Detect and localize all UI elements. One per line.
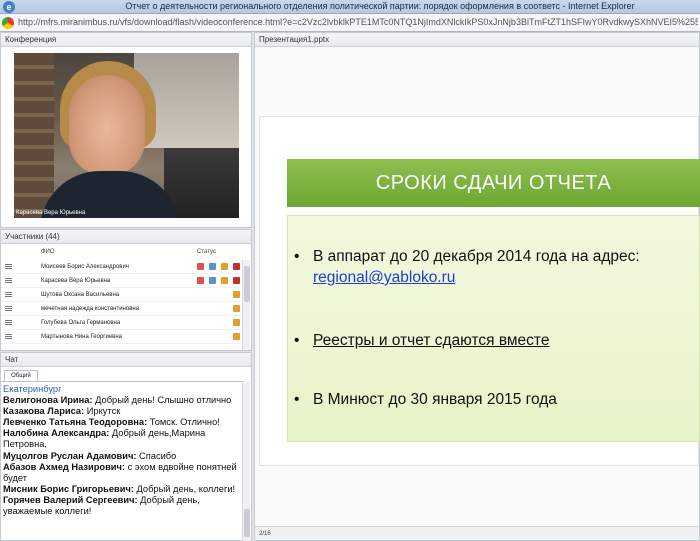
chat-author: Абазов Ахмед Назирович: <box>3 461 126 472</box>
chat-panel: Чат Общий Екатеринбург Велигонова Ирина: … <box>0 352 252 541</box>
video-feed[interactable]: Карасева Вера Юрьевна <box>14 53 239 218</box>
chat-author: Муцолгов Руслан Адамович: <box>3 450 137 461</box>
chat-author: Велигонова Ирина: <box>3 395 93 406</box>
column-name[interactable]: ФИО <box>41 249 55 255</box>
video-shelf <box>14 53 54 218</box>
chat-author: Мисник Борис Григорьевич: <box>3 483 134 494</box>
participant-row[interactable]: Голубева Ольга Германовна <box>1 316 241 330</box>
status-icon <box>221 277 228 284</box>
chat-author: Горячев Валерий Сергеевич: <box>3 494 138 505</box>
column-status[interactable]: Статус <box>197 249 216 255</box>
chat-message: Налобина Александра: Добрый день,Марина … <box>3 428 243 450</box>
window-titlebar: e Отчет о деятельности регионального отд… <box>0 0 700 14</box>
slide-body: • В аппарат до 20 декабря 2014 года на а… <box>287 215 700 442</box>
chat-author: Казакова Лариса: <box>3 406 85 417</box>
bullet-3-text: В Минюст до 30 января 2015 года <box>313 391 557 408</box>
chat-author: Налобина Александра: <box>3 428 110 439</box>
chat-message: Горячев Валерий Сергеевич: Добрый день, … <box>3 495 243 517</box>
chat-text: Иркутск <box>84 406 121 417</box>
participant-row[interactable]: мечетная надежда константиновна <box>1 302 241 316</box>
conference-header: Конференция <box>1 33 251 47</box>
participant-name: Моисеев Борис Александрович <box>41 264 129 270</box>
menu-icon[interactable] <box>5 334 12 339</box>
status-icon <box>197 277 204 284</box>
presentation-header: Презентация1.pptx <box>255 33 699 47</box>
participants-columns: ФИО Статус <box>1 248 241 258</box>
participant-name: Шутова Оксана Васильевна <box>41 292 120 298</box>
participants-scrollbar[interactable] <box>242 260 250 350</box>
chat-message: Муцолгов Руслан Адамович: Спасибо <box>3 451 243 462</box>
chat-author: Левченко Татьяна Теодоровна: <box>3 417 148 428</box>
bullet-dot: • <box>294 248 300 265</box>
ie-icon: e <box>3 1 15 13</box>
status-icon <box>197 263 204 270</box>
status-icon <box>233 333 240 340</box>
chat-text: Екатеринбург <box>3 384 62 394</box>
chat-messages: Екатеринбург Велигонова Ирина: Добрый ден… <box>1 381 243 541</box>
participant-name: Карасева Вера Юрьевна <box>41 278 111 284</box>
status-icon <box>221 263 228 270</box>
participant-row[interactable]: Мартынова Нина Георгиевна <box>1 330 241 344</box>
chat-scrollbar[interactable] <box>242 381 250 541</box>
bullet-dot: • <box>294 332 300 349</box>
window-title: Отчет о деятельности регионального отдел… <box>125 1 635 11</box>
status-icon <box>209 263 216 270</box>
slide-title: СРОКИ СДАЧИ ОТЧЕТА <box>287 159 700 207</box>
chat-scroll-thumb[interactable] <box>244 509 250 537</box>
chat-message: Мисник Борис Григорьевич: Добрый день, к… <box>3 484 243 495</box>
chat-header: Чат <box>1 353 251 367</box>
address-bar[interactable]: http://mfrs.miranimbus.ru/vfs/download/f… <box>0 14 700 32</box>
menu-icon[interactable] <box>5 264 12 269</box>
status-icon <box>233 291 240 298</box>
participant-name: Мартынова Нина Георгиевна <box>41 334 123 340</box>
participant-row[interactable]: Карасева Вера Юрьевна <box>1 274 241 288</box>
chat-text: Спасибо <box>136 450 177 461</box>
participant-row[interactable]: Моисеев Борис Александрович <box>1 260 241 274</box>
video-caption: Карасева Вера Юрьевна <box>16 210 86 216</box>
status-icon <box>233 319 240 326</box>
bullet-dot: • <box>294 391 300 408</box>
menu-icon[interactable] <box>5 292 12 297</box>
chat-text: Добрый день, коллеги! <box>133 483 236 494</box>
site-icon <box>2 17 14 29</box>
tab-general[interactable]: Общий <box>4 370 38 381</box>
participant-name: Голубева Ольга Германовна <box>41 320 121 326</box>
chat-text: Томск. Отлично! <box>147 417 220 428</box>
menu-icon[interactable] <box>5 320 12 325</box>
chat-message: Левченко Татьяна Теодоровна: Томск. Отли… <box>3 417 243 428</box>
menu-icon[interactable] <box>5 278 12 283</box>
bullet-2-text: Реестры и отчет сдаются вместе <box>313 332 550 349</box>
participant-row[interactable]: Шутова Оксана Васильевна <box>1 288 241 302</box>
menu-icon[interactable] <box>5 306 12 311</box>
participants-header: Участники (44) <box>1 230 251 244</box>
page-indicator: 2/16 <box>255 526 699 540</box>
chat-message: Екатеринбург <box>3 384 243 395</box>
participants-panel: Участники (44) ФИО Статус Моисеев Борис … <box>0 229 252 351</box>
email-link[interactable]: regional@yabloko.ru <box>313 269 455 286</box>
chat-message: Казакова Лариса: Иркутск <box>3 406 243 417</box>
bullet-1-text: В аппарат до 20 декабря 2014 года на адр… <box>313 248 640 265</box>
conference-panel: Конференция Карасева Вера Юрьевна <box>0 32 252 228</box>
chat-message: Абазов Ахмед Назирович: с эхом вдвойне п… <box>3 462 243 484</box>
slide: СРОКИ СДАЧИ ОТЧЕТА • В аппарат до 20 дек… <box>259 116 700 466</box>
status-icon <box>233 277 240 284</box>
status-icon <box>209 277 216 284</box>
participants-scroll-thumb[interactable] <box>244 266 250 302</box>
url-field[interactable]: http://mfrs.miranimbus.ru/vfs/download/f… <box>18 17 698 27</box>
video-face <box>69 75 145 175</box>
status-icon <box>233 305 240 312</box>
chat-message: Велигонова Ирина: Добрый день! Слышно от… <box>3 395 243 406</box>
participant-name: мечетная надежда константиновна <box>41 306 140 312</box>
status-icon <box>233 263 240 270</box>
presentation-panel: Презентация1.pptx СРОКИ СДАЧИ ОТЧЕТА • В… <box>254 32 700 541</box>
chat-text: Добрый день! Слышно отлично <box>92 395 232 406</box>
